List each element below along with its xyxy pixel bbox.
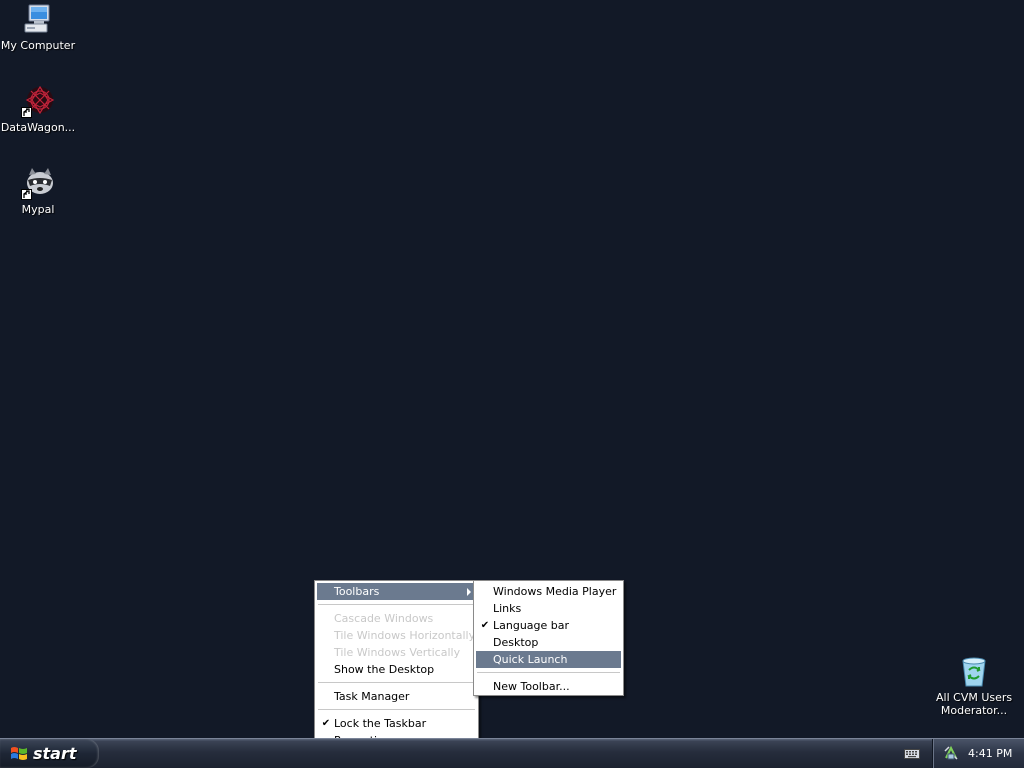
keyboard-icon[interactable] <box>904 747 920 759</box>
start-label: start <box>33 744 77 763</box>
desktop-icon-mypal[interactable]: Mypal <box>0 166 76 216</box>
clock[interactable]: 4:41 PM <box>968 747 1012 760</box>
submenu-item-desktop[interactable]: Desktop <box>476 634 621 651</box>
menu-separator <box>477 672 620 674</box>
submenu-item-windows-media-player[interactable]: Windows Media Player <box>476 583 621 600</box>
menu-item-label: Cascade Windows <box>334 612 434 625</box>
submenu-item-links[interactable]: Links <box>476 600 621 617</box>
submenu-item-new-toolbar[interactable]: New Toolbar... <box>476 678 621 695</box>
shortcut-arrow-icon <box>21 189 32 200</box>
recycle-bin-icon <box>959 656 989 688</box>
menu-item-show-desktop[interactable]: Show the Desktop <box>317 661 476 678</box>
menu-separator <box>318 709 475 711</box>
menu-item-label: Lock the Taskbar <box>334 717 427 730</box>
mypal-icon <box>21 166 55 200</box>
desktop-icon-label: DataWagon... <box>0 121 76 134</box>
menu-item-label: Links <box>493 602 522 615</box>
desktop-icon-label-line2: Moderator... <box>940 704 1008 717</box>
shortcut-arrow-icon <box>21 107 32 118</box>
menu-separator <box>318 604 475 606</box>
network-tray-icon[interactable] <box>943 745 959 761</box>
menu-item-label: New Toolbar... <box>493 680 570 693</box>
menu-item-tile-vertically: Tile Windows Vertically <box>317 644 476 661</box>
desktop-icon-label-line1: All CVM Users <box>936 691 1013 704</box>
my-computer-icon <box>21 2 55 36</box>
checkmark-icon: ✔ <box>480 620 490 631</box>
menu-item-label: Task Manager <box>334 690 410 703</box>
taskbar[interactable]: start 4:41 PM <box>0 738 1024 768</box>
windows-flag-icon <box>11 746 27 760</box>
taskbar-context-menu: Toolbars Cascade Windows Tile Windows Ho… <box>314 580 479 748</box>
submenu-arrow-icon <box>467 588 471 596</box>
datawagon-icon <box>21 84 55 118</box>
checkmark-icon: ✔ <box>321 718 331 729</box>
submenu-item-language-bar[interactable]: ✔ Language bar <box>476 617 621 634</box>
menu-item-label: Quick Launch <box>493 653 568 666</box>
desktop-icon-label: My Computer <box>0 39 76 52</box>
menu-item-label: Tile Windows Horizontally <box>334 629 476 642</box>
desktop-icon-datawagon[interactable]: DataWagon... <box>0 84 76 134</box>
system-tray: 4:41 PM <box>932 739 1024 768</box>
menu-separator <box>318 682 475 684</box>
menu-item-label: Windows Media Player <box>493 585 617 598</box>
menu-item-tile-horizontally: Tile Windows Horizontally <box>317 627 476 644</box>
desktop-icon-label: Mypal <box>21 203 55 216</box>
menu-item-cascade-windows: Cascade Windows <box>317 610 476 627</box>
menu-item-label: Desktop <box>493 636 539 649</box>
start-button[interactable]: start <box>0 739 99 768</box>
menu-item-label: Show the Desktop <box>334 663 435 676</box>
menu-item-lock-taskbar[interactable]: ✔ Lock the Taskbar <box>317 715 476 732</box>
menu-item-label: Language bar <box>493 619 570 632</box>
menu-item-label: Toolbars <box>334 585 380 598</box>
menu-item-label: Tile Windows Vertically <box>334 646 461 659</box>
toolbars-submenu: Windows Media Player Links ✔ Language ba… <box>473 580 624 696</box>
menu-item-toolbars[interactable]: Toolbars <box>317 583 476 600</box>
desktop-icon-recycle-bin[interactable]: All CVM Users Moderator... <box>936 656 1012 717</box>
desktop-icon-my-computer[interactable]: My Computer <box>0 2 76 52</box>
submenu-item-quick-launch[interactable]: Quick Launch <box>476 651 621 668</box>
menu-item-task-manager[interactable]: Task Manager <box>317 688 476 705</box>
